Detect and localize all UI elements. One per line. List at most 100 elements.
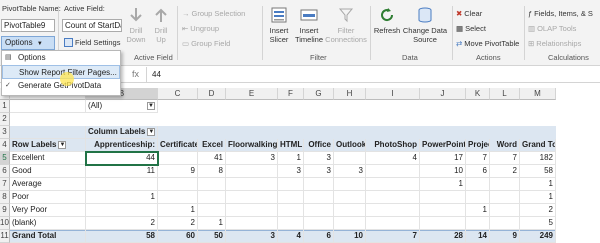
table-cell[interactable] (490, 217, 520, 230)
column-header[interactable]: F (278, 88, 304, 100)
field-settings-button[interactable]: Field Settings (64, 38, 120, 47)
table-cell[interactable]: 7 (466, 152, 490, 165)
table-cell[interactable] (366, 178, 420, 191)
column-header-cell[interactable]: Floorwalking (226, 139, 278, 152)
table-cell[interactable] (366, 204, 420, 217)
table-cell[interactable]: 2 (158, 217, 198, 230)
table-cell[interactable] (226, 217, 278, 230)
row-labels-dropdown[interactable]: Row Labels ▼ (10, 139, 86, 152)
grand-total-cell[interactable]: 58 (86, 230, 158, 243)
table-cell[interactable] (158, 152, 198, 165)
drill-up-button[interactable]: Drill Up (150, 6, 172, 44)
chevron-down-icon[interactable]: ▼ (147, 127, 156, 136)
options-button[interactable]: Options ▼ (1, 36, 55, 50)
refresh-button[interactable]: Refresh (374, 6, 400, 35)
column-header[interactable]: G (304, 88, 334, 100)
row-header[interactable]: 11 (0, 230, 10, 243)
table-cell[interactable]: 1 (520, 178, 556, 191)
table-cell[interactable]: 1 (278, 152, 304, 165)
table-cell[interactable] (420, 204, 466, 217)
change-data-source-button[interactable]: Change Data Source (402, 6, 448, 44)
table-cell[interactable] (278, 178, 304, 191)
column-header-cell[interactable]: Certificate (158, 139, 198, 152)
column-header-cell[interactable]: Office (304, 139, 334, 152)
table-cell[interactable] (278, 191, 304, 204)
table-cell[interactable] (304, 204, 334, 217)
table-cell[interactable] (466, 178, 490, 191)
table-cell[interactable] (466, 191, 490, 204)
table-cell[interactable] (86, 178, 158, 191)
table-cell[interactable] (158, 178, 198, 191)
column-header[interactable]: J (420, 88, 466, 100)
table-cell[interactable]: 4 (366, 152, 420, 165)
row-header[interactable]: 9 (0, 204, 10, 217)
grand-total-cell[interactable]: 50 (198, 230, 226, 243)
table-cell[interactable]: 3 (226, 152, 278, 165)
column-header-cell[interactable]: Excel (198, 139, 226, 152)
table-cell[interactable]: 10 (420, 165, 466, 178)
menu-item-options[interactable]: ▤ Options (2, 51, 120, 65)
column-header[interactable]: K (466, 88, 490, 100)
table-cell[interactable] (466, 217, 490, 230)
row-header[interactable]: 3 (0, 126, 10, 139)
formula-value[interactable]: 44 (152, 70, 161, 79)
table-cell[interactable]: 6 (466, 165, 490, 178)
column-header[interactable]: C (158, 88, 198, 100)
table-cell[interactable] (226, 191, 278, 204)
filter-connections-button[interactable]: Filter Connections (325, 6, 367, 44)
table-cell[interactable]: 11 (86, 165, 158, 178)
pivot-table-name-input[interactable]: PivotTable9 (1, 19, 55, 32)
relationships-button[interactable]: ⊞ Relationships (528, 39, 581, 48)
grand-total-cell[interactable]: 9 (490, 230, 520, 243)
insert-timeline-button[interactable]: Insert Timeline (294, 6, 324, 44)
insert-slicer-button[interactable]: Insert Slicer (266, 6, 292, 44)
grand-total-cell[interactable]: 4 (278, 230, 304, 243)
drill-down-button[interactable]: Drill Down (124, 6, 148, 44)
table-cell[interactable] (304, 178, 334, 191)
select-button[interactable]: ▦ Select (456, 24, 486, 33)
table-cell[interactable]: 17 (420, 152, 466, 165)
row-header[interactable]: 1 (0, 100, 10, 113)
table-cell[interactable]: 41 (198, 152, 226, 165)
group-selection-button[interactable]: → Group Selection (182, 9, 245, 18)
column-header-cell[interactable]: PowerPoint (420, 139, 466, 152)
column-labels-dropdown[interactable]: Column Labels ▼ (86, 126, 158, 139)
chevron-down-icon[interactable]: ▼ (147, 102, 155, 110)
olap-tools-button[interactable]: ▥ OLAP Tools (528, 24, 576, 33)
grand-total-cell[interactable]: 60 (158, 230, 198, 243)
table-cell[interactable] (490, 178, 520, 191)
table-cell[interactable] (278, 204, 304, 217)
column-header[interactable]: I (366, 88, 420, 100)
table-cell[interactable] (490, 191, 520, 204)
table-cell[interactable] (226, 178, 278, 191)
table-cell[interactable]: 3 (334, 165, 366, 178)
column-header-cell[interactable]: Outlook (334, 139, 366, 152)
table-cell[interactable]: 1 (520, 191, 556, 204)
row-header[interactable]: 2 (0, 113, 10, 126)
table-cell[interactable]: 9 (158, 165, 198, 178)
column-header[interactable]: D (198, 88, 226, 100)
table-cell[interactable]: 2 (520, 204, 556, 217)
table-cell[interactable] (304, 217, 334, 230)
column-header-cell[interactable]: Word (490, 139, 520, 152)
grand-total-cell[interactable]: 28 (420, 230, 466, 243)
clear-button[interactable]: ✖ Clear (456, 9, 482, 18)
table-cell[interactable] (198, 178, 226, 191)
row-header[interactable]: 10 (0, 217, 10, 230)
table-cell[interactable] (334, 191, 366, 204)
table-cell[interactable] (334, 204, 366, 217)
table-cell[interactable]: 1 (466, 204, 490, 217)
column-header-cell[interactable]: PhotoShop (366, 139, 420, 152)
ungroup-button[interactable]: ⇤ Ungroup (182, 24, 219, 33)
row-label-cell[interactable]: Poor (10, 191, 86, 204)
column-header-cell[interactable]: HTML (278, 139, 304, 152)
table-cell[interactable] (158, 191, 198, 204)
table-cell[interactable]: 3 (304, 165, 334, 178)
table-cell[interactable] (366, 165, 420, 178)
row-header[interactable]: 5 (0, 152, 10, 165)
table-cell[interactable]: 8 (198, 165, 226, 178)
row-label-cell[interactable]: Excellent (10, 152, 86, 165)
column-header[interactable]: L (490, 88, 520, 100)
table-cell[interactable]: 182 (520, 152, 556, 165)
fields-items-sets-button[interactable]: ƒ Fields, Items, & S (528, 9, 593, 18)
